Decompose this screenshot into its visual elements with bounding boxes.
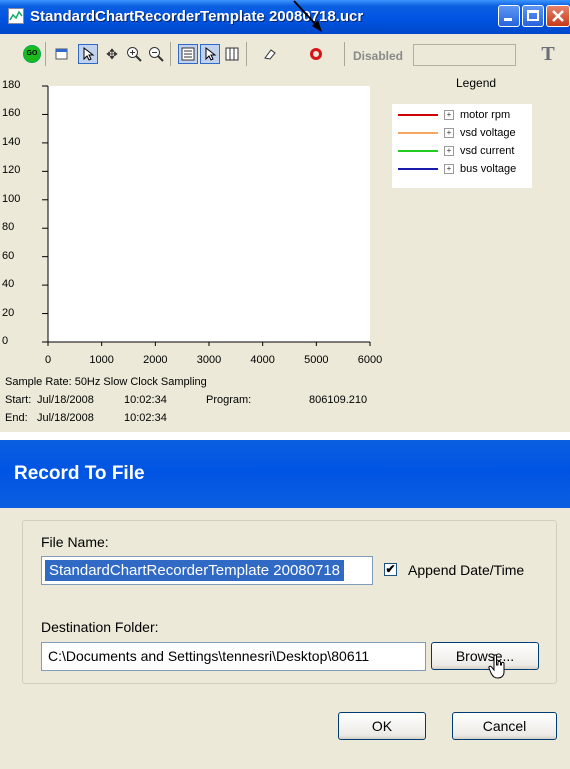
move-icon[interactable]: ✥ — [102, 44, 122, 64]
status-field — [413, 44, 516, 66]
legend-item[interactable]: + vsd current — [392, 142, 532, 160]
x-tick-label: 6000 — [357, 354, 383, 366]
cancel-label: Cancel — [482, 718, 527, 734]
legend-item[interactable]: + motor rpm — [392, 106, 532, 124]
status-label: Disabled — [353, 49, 404, 63]
legend-swatch — [398, 132, 438, 134]
legend-label: bus voltage — [460, 163, 517, 175]
start-date: Jul/18/2008 — [37, 394, 94, 406]
legend-label: motor rpm — [460, 109, 511, 121]
maximize-button[interactable] — [522, 5, 544, 27]
legend-label: vsd voltage — [460, 127, 516, 139]
x-tick-label: 5000 — [304, 354, 329, 366]
legend-swatch — [398, 168, 438, 170]
x-tick-label: 1000 — [89, 354, 114, 366]
y-tick-label: 140 — [2, 135, 21, 148]
expand-icon[interactable]: + — [444, 110, 454, 120]
destination-input[interactable]: C:\Documents and Settings\tennesri\Deskt… — [41, 642, 426, 671]
legend-swatch — [398, 150, 438, 152]
end-time: 10:02:34 — [124, 412, 167, 424]
legend-icon[interactable] — [178, 44, 198, 64]
cursor-icon[interactable] — [200, 44, 220, 64]
start-label: Start: — [5, 394, 32, 406]
record-icon[interactable] — [306, 44, 326, 64]
end-label: End: — [5, 412, 28, 424]
zoom-in-icon[interactable] — [124, 44, 144, 64]
browse-button[interactable]: Browse... — [431, 642, 539, 670]
x-tick-label: 0 — [44, 354, 52, 366]
close-icon — [552, 10, 564, 22]
append-date-label[interactable]: Append Date/Time — [408, 562, 524, 578]
toolbar-separator — [344, 42, 345, 66]
y-tick-label: 60 — [2, 249, 15, 262]
minimize-button[interactable] — [498, 5, 520, 27]
cancel-button[interactable]: Cancel — [452, 712, 557, 740]
select-icon[interactable] — [78, 44, 98, 64]
x-tick-label: 4000 — [250, 354, 275, 366]
text-tool-icon[interactable]: T — [534, 43, 562, 65]
destination-label: Destination Folder: — [41, 619, 159, 635]
expand-icon[interactable]: + — [444, 164, 454, 174]
end-date: Jul/18/2008 — [37, 412, 94, 424]
y-tick-label: 40 — [2, 278, 15, 291]
zoom-out-icon[interactable] — [146, 44, 166, 64]
legend-swatch — [398, 114, 438, 116]
columns-icon[interactable] — [222, 44, 242, 64]
y-tick-label: 20 — [2, 306, 15, 319]
program-value: 806109.210 — [309, 394, 368, 406]
legend-label: vsd current — [460, 145, 515, 157]
legend-title: Legend — [456, 76, 497, 90]
file-name-input[interactable]: StandardChartRecorderTemplate 20080718 — [41, 556, 373, 585]
dialog-title: Record To File — [14, 463, 145, 484]
expand-icon[interactable]: + — [444, 146, 454, 156]
file-name-value: StandardChartRecorderTemplate 20080718 — [45, 560, 345, 581]
legend-item[interactable]: + bus voltage — [392, 160, 532, 178]
annotation-arrow — [293, 0, 322, 32]
y-tick-label: 180 — [2, 79, 21, 91]
y-tick-label: 120 — [2, 164, 21, 177]
eraser-icon[interactable] — [260, 44, 280, 64]
y-tick-label: 80 — [2, 221, 15, 234]
expand-icon[interactable]: + — [444, 128, 454, 138]
toolbar-separator — [45, 42, 46, 66]
toolbar-separator — [246, 42, 247, 66]
legend-item[interactable]: + vsd voltage — [392, 124, 532, 142]
toolbar-separator — [170, 42, 171, 66]
x-tick-label: 2000 — [143, 354, 168, 366]
x-tick-label: 3000 — [196, 354, 222, 366]
go-icon[interactable]: GO — [22, 44, 42, 64]
program-label: Program: — [206, 394, 252, 406]
close-button[interactable] — [546, 5, 570, 27]
file-name-label: File Name: — [41, 534, 109, 550]
legend: + motor rpm + vsd voltage + vsd current + bus v… — [392, 104, 532, 188]
ok-label: OK — [371, 718, 393, 734]
append-date-checkbox[interactable]: ✔ — [384, 563, 397, 576]
y-tick-label: 160 — [2, 107, 21, 120]
app-icon — [8, 8, 24, 24]
sample-rate: Sample Rate: 50Hz Slow Clock Sampling — [5, 376, 207, 388]
ok-button[interactable]: OK — [338, 712, 426, 740]
y-tick-label: 0 — [2, 335, 9, 347]
chart-axes — [42, 85, 371, 346]
y-tick-label: 100 — [2, 192, 21, 205]
properties-icon[interactable] — [52, 44, 72, 64]
start-time: 10:02:34 — [124, 394, 167, 406]
hand-cursor-icon — [488, 654, 505, 679]
